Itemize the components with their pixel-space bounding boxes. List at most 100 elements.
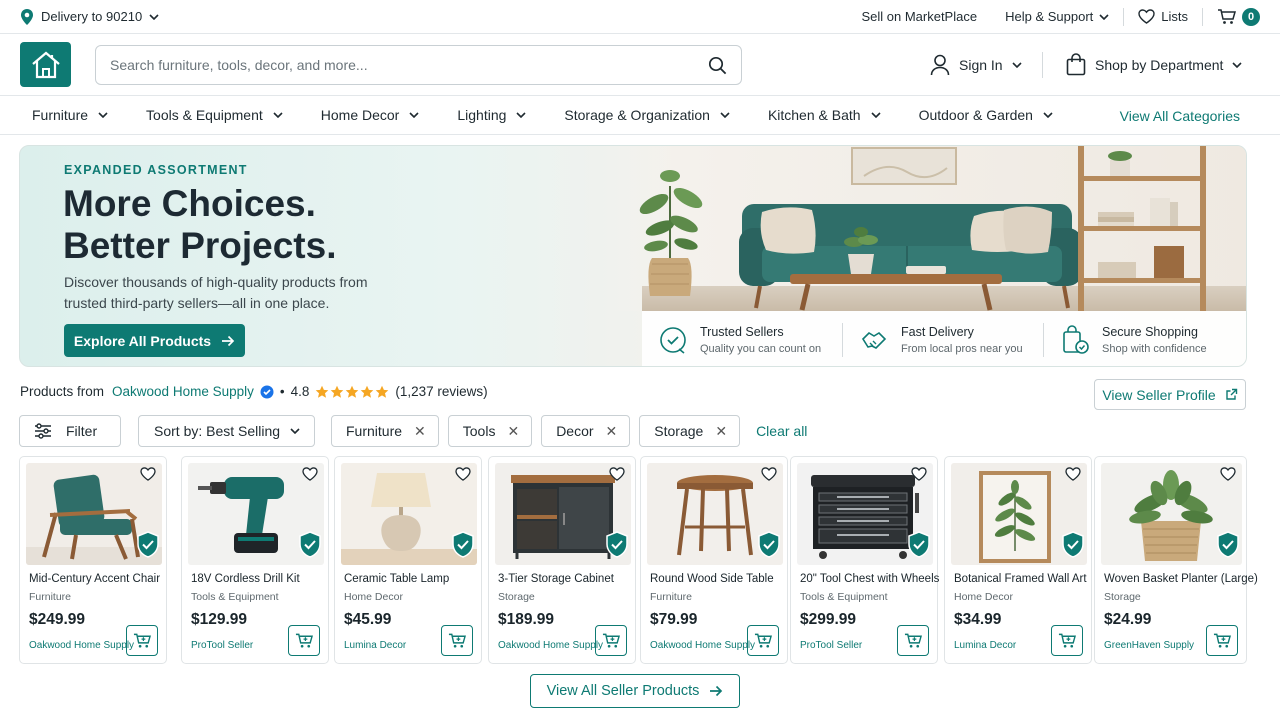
seller-summary: Products from Oakwood Home Supply • 4.8 … [20,384,488,399]
product-seller-link[interactable]: GreenHaven Supply [1104,640,1194,651]
product-name[interactable]: Woven Basket Planter (Large) [1104,573,1258,585]
sell-link[interactable]: Sell on MarketPlace [847,9,991,24]
view-seller-profile-button[interactable]: View Seller Profile [1094,379,1246,410]
category-storage-organization[interactable]: Storage & Organization [564,107,730,123]
product-card[interactable]: 20" Tool Chest with Wheels Tools & Equip… [790,456,939,664]
category-furniture[interactable]: Furniture [32,107,108,123]
category-lighting[interactable]: Lighting [457,107,526,123]
add-to-cart-button[interactable] [747,625,779,656]
close-icon[interactable]: ✕ [507,423,519,440]
verified-shield-icon [605,531,629,558]
product-card[interactable]: Ceramic Table Lamp Home Decor $45.99 Lum… [334,456,482,664]
hero-headline-line-2: Better Projects. [63,225,337,266]
delivery-location[interactable]: Delivery to 90210 [20,8,159,25]
product-name[interactable]: 3-Tier Storage Cabinet [498,573,614,585]
add-to-cart-button[interactable] [897,625,929,656]
close-icon[interactable]: ✕ [414,423,426,440]
sort-dropdown[interactable]: Sort by: Best Selling [138,415,315,447]
wishlist-heart-icon[interactable] [302,467,318,481]
wishlist-heart-icon[interactable] [911,467,927,481]
cart-icon [448,633,466,649]
feature-secure-shopping: Secure Shopping Shop with confidence [1044,325,1244,355]
category-tools-equipment[interactable]: Tools & Equipment [146,107,283,123]
wishlist-heart-icon[interactable] [1065,467,1081,481]
filter-bar: Filter Sort by: Best Selling Furniture ✕ … [19,415,807,447]
lists-link[interactable]: Lists [1124,9,1202,24]
category-label: Storage & Organization [564,107,710,123]
product-seller-link[interactable]: ProTool Seller [191,640,253,651]
product-seller-link[interactable]: Oakwood Home Supply [650,640,755,651]
wishlist-heart-icon[interactable] [455,467,471,481]
chevron-down-icon [720,112,730,118]
wishlist-heart-icon[interactable] [140,467,156,481]
chevron-down-icon [1099,13,1109,20]
hero-banner: EXPANDED ASSORTMENT More Choices. Better… [19,145,1247,367]
cart-icon [1213,633,1231,649]
shop-by-department-menu[interactable]: Shop by Department [1066,53,1242,76]
product-seller-link[interactable]: Lumina Decor [344,640,406,651]
product-name[interactable]: 18V Cordless Drill Kit [191,573,300,585]
add-to-cart-button[interactable] [1051,625,1083,656]
product-seller-link[interactable]: Oakwood Home Supply [29,640,134,651]
clear-all-link[interactable]: Clear all [756,423,807,439]
search-input[interactable] [110,57,708,73]
product-card[interactable]: 18V Cordless Drill Kit Tools & Equipment… [181,456,329,664]
chip-label: Storage [654,423,704,439]
product-name[interactable]: Mid-Century Accent Chair [29,573,160,585]
add-to-cart-button[interactable] [441,625,473,656]
add-to-cart-button[interactable] [126,625,158,656]
sign-in-menu[interactable]: Sign In [930,54,1022,76]
explore-all-products-button[interactable]: Explore All Products [64,324,245,357]
handshake-icon [859,325,889,355]
rating-stars [315,385,389,399]
heart-icon [1138,9,1155,24]
product-card[interactable]: Round Wood Side Table Furniture $79.99 O… [640,456,788,664]
filter-chip-furniture[interactable]: Furniture ✕ [331,415,439,447]
product-price: $129.99 [191,611,248,628]
cart-button[interactable]: 0 [1203,7,1260,26]
close-icon[interactable]: ✕ [606,423,618,440]
category-outdoor-garden[interactable]: Outdoor & Garden [919,107,1053,123]
product-name[interactable]: Round Wood Side Table [650,573,774,585]
help-support-menu[interactable]: Help & Support [991,9,1123,24]
product-category: Tools & Equipment [800,591,888,603]
product-seller-link[interactable]: Oakwood Home Supply [498,640,603,651]
product-name[interactable]: Botanical Framed Wall Art [954,573,1087,585]
search-icon[interactable] [708,56,727,75]
wishlist-heart-icon[interactable] [1220,467,1236,481]
add-to-cart-button[interactable] [288,625,320,656]
chevron-down-icon [409,112,419,118]
chevron-down-icon [1043,112,1053,118]
product-name[interactable]: 20" Tool Chest with Wheels [800,573,939,585]
close-icon[interactable]: ✕ [715,423,727,440]
hero-features-bar: Trusted Sellers Quality you can count on … [642,311,1246,366]
filter-chip-storage[interactable]: Storage ✕ [639,415,741,447]
product-seller-link[interactable]: ProTool Seller [800,640,862,651]
product-card[interactable]: Woven Basket Planter (Large) Storage $24… [1094,456,1258,664]
product-category: Furniture [29,591,72,603]
chevron-down-icon [1012,62,1022,68]
product-card[interactable]: 3-Tier Storage Cabinet Storage $189.99 O… [488,456,636,664]
product-price: $34.99 [954,611,1002,628]
filter-chip-decor[interactable]: Decor ✕ [541,415,631,447]
review-count[interactable]: (1,237 reviews) [395,384,487,399]
add-to-cart-button[interactable] [595,625,627,656]
wishlist-heart-icon[interactable] [609,467,625,481]
location-pin-icon [20,8,34,25]
product-seller-link[interactable]: Lumina Decor [954,640,1016,651]
product-card[interactable]: Mid-Century Accent Chair Furniture $249.… [19,456,167,664]
product-name[interactable]: Ceramic Table Lamp [344,573,449,585]
view-all-categories-link[interactable]: View All Categories [1120,108,1240,124]
seller-name-link[interactable]: Oakwood Home Supply [112,384,254,399]
filter-button[interactable]: Filter [19,415,121,447]
view-all-seller-products-button[interactable]: View All Seller Products [530,674,740,708]
category-home-decor[interactable]: Home Decor [321,107,420,123]
category-kitchen-bath[interactable]: Kitchen & Bath [768,107,881,123]
product-category: Home Decor [344,591,403,603]
product-card[interactable]: Botanical Framed Wall Art Home Decor $34… [944,456,1092,664]
home-logo[interactable] [20,42,71,87]
feature-subtitle: Shop with confidence [1102,342,1207,355]
filter-chip-tools[interactable]: Tools ✕ [447,415,533,447]
wishlist-heart-icon[interactable] [761,467,777,481]
add-to-cart-button[interactable] [1206,625,1238,656]
